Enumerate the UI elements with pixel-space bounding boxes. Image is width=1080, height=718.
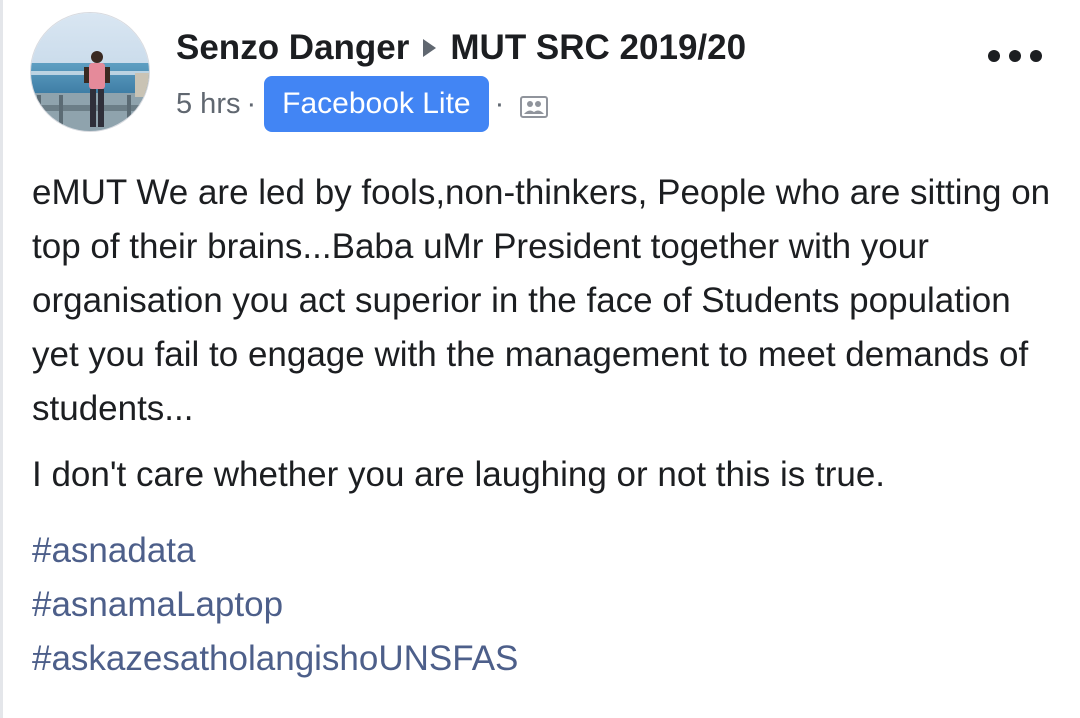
post-paragraph: eMUT We are led by fools,non-thinkers, P… (32, 173, 1051, 428)
post-body: eMUT We are led by fools,non-thinkers, P… (32, 166, 1062, 502)
dot (1009, 50, 1021, 62)
author-avatar[interactable] (30, 12, 150, 132)
post-header: Senzo Danger MUT SRC 2019/20 (176, 26, 746, 70)
meta-separator: · (494, 87, 505, 120)
avatar-photo (31, 13, 149, 131)
hashtag-list: #asnadata #asnamaLaptop #askazesatholang… (32, 524, 518, 686)
post-paragraph: I don't care whether you are laughing or… (32, 455, 886, 494)
post-time[interactable]: 5 hrs (176, 88, 240, 121)
right-triangle-icon (423, 39, 437, 57)
dot (1030, 50, 1042, 62)
app-badge[interactable]: Facebook Lite (264, 76, 489, 132)
hashtag-link[interactable]: #askazesatholangishoUNSFAS (32, 632, 518, 686)
facebook-post: Senzo Danger MUT SRC 2019/20 5 hrs · Fac… (0, 0, 1080, 718)
group-name[interactable]: MUT SRC 2019/20 (450, 28, 746, 68)
hashtag-link[interactable]: #asnadata (32, 524, 518, 578)
group-audience-icon[interactable] (520, 93, 549, 118)
post-meta: 5 hrs · Facebook Lite · (176, 76, 549, 132)
meta-separator: · (246, 87, 257, 120)
author-name[interactable]: Senzo Danger (176, 28, 409, 68)
dot (988, 50, 1000, 62)
left-border (0, 0, 3, 718)
hashtag-link[interactable]: #asnamaLaptop (32, 578, 518, 632)
more-options-icon[interactable] (988, 48, 1042, 64)
